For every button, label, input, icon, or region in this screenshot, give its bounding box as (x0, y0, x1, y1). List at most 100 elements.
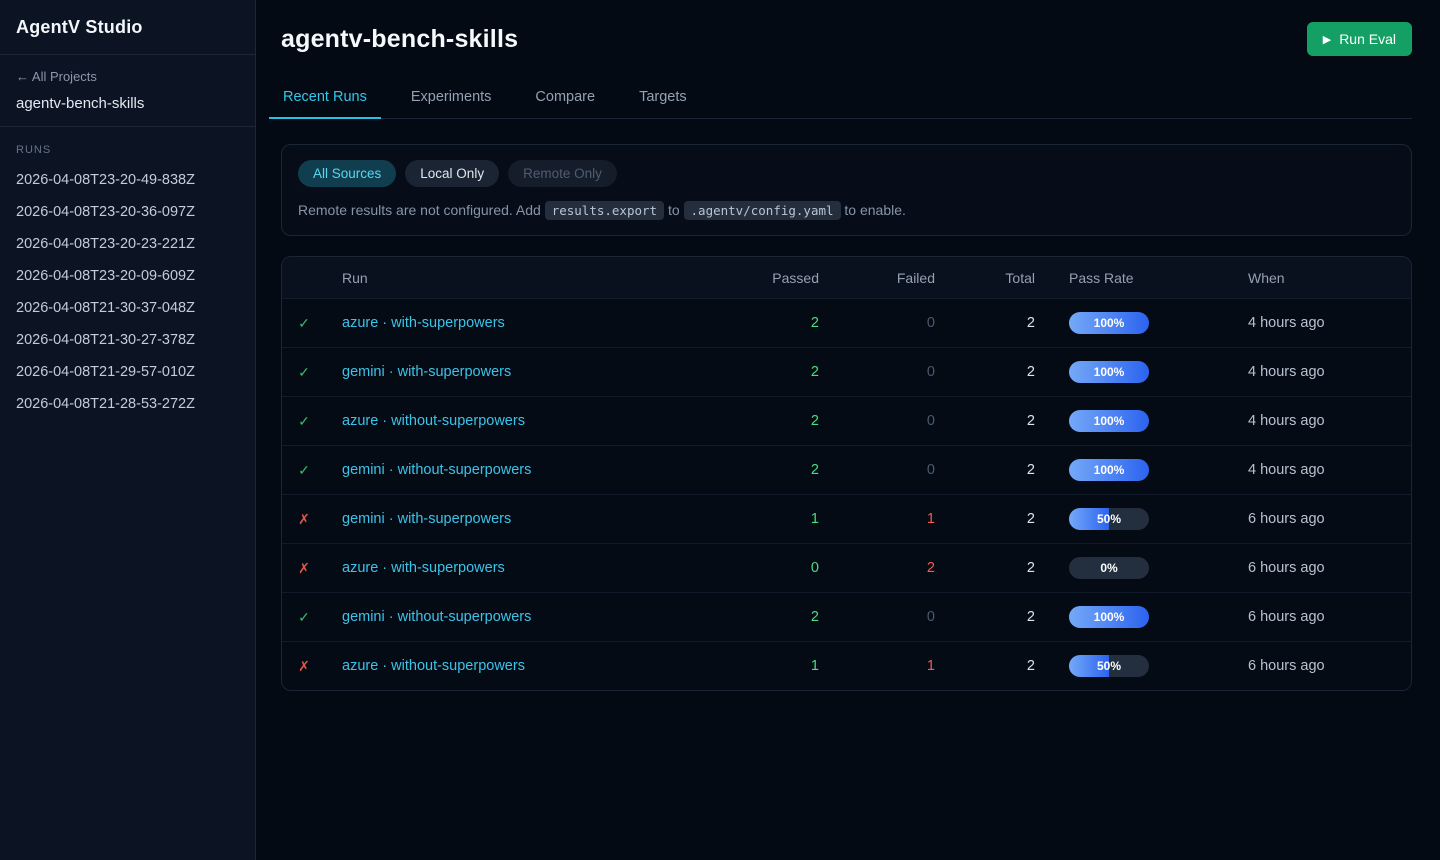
table-row[interactable]: ✓ gemini · without-superpowers 2 0 2 100… (282, 592, 1411, 641)
sidebar-run-item[interactable]: 2026-04-08T23-20-23-221Z (0, 228, 255, 260)
col-header-when: When (1228, 270, 1411, 286)
passed-count: 1 (704, 658, 824, 674)
run-link[interactable]: gemini · with-superpowers (342, 511, 511, 527)
runs-table-header: Run Passed Failed Total Pass Rate When (282, 257, 1411, 298)
run-link[interactable]: azure · without-superpowers (342, 658, 525, 674)
code-chip-config-yaml: .agentv/config.yaml (684, 201, 841, 220)
sidebar-run-item[interactable]: 2026-04-08T21-30-27-378Z (0, 324, 255, 356)
sidebar-run-item[interactable]: 2026-04-08T21-29-57-010Z (0, 356, 255, 388)
run-when: 6 hours ago (1228, 609, 1411, 625)
source-filter-card: All Sources Local Only Remote Only Remote … (281, 144, 1412, 236)
pass-rate-label: 100% (1069, 606, 1149, 628)
run-link[interactable]: azure · with-superpowers (342, 560, 505, 576)
col-header-pass-rate: Pass Rate (1040, 270, 1228, 286)
tab-recent-runs[interactable]: Recent Runs (281, 89, 369, 118)
all-projects-back-link[interactable]: ← All Projects (16, 69, 97, 84)
sidebar-run-item[interactable]: 2026-04-08T21-28-53-272Z (0, 388, 255, 420)
failed-count: 0 (824, 315, 940, 331)
pass-rate-badge: 100% (1069, 410, 1149, 432)
run-link[interactable]: gemini · without-superpowers (342, 462, 531, 478)
table-row[interactable]: ✓ gemini · with-superpowers 2 0 2 100% 4… (282, 347, 1411, 396)
pass-rate-label: 100% (1069, 410, 1149, 432)
pass-rate-label: 100% (1069, 361, 1149, 383)
run-when: 6 hours ago (1228, 658, 1411, 674)
pass-rate-badge: 50% (1069, 508, 1149, 530)
filter-pill-local-only[interactable]: Local Only (405, 160, 499, 187)
run-when: 4 hours ago (1228, 364, 1411, 380)
run-link[interactable]: gemini · with-superpowers (342, 364, 511, 380)
pass-rate-badge: 100% (1069, 606, 1149, 628)
table-row[interactable]: ✓ azure · with-superpowers 2 0 2 100% 4 … (282, 298, 1411, 347)
total-count: 2 (940, 364, 1040, 380)
tab-compare[interactable]: Compare (533, 89, 597, 118)
table-row[interactable]: ✗ azure · without-superpowers 1 1 2 50% … (282, 641, 1411, 690)
col-header-passed: Passed (704, 270, 824, 286)
passed-count: 2 (704, 462, 824, 478)
filter-pill-remote-only[interactable]: Remote Only (508, 160, 617, 187)
failed-count: 1 (824, 511, 940, 527)
total-count: 2 (940, 609, 1040, 625)
passed-count: 2 (704, 609, 824, 625)
failed-count: 2 (824, 560, 940, 576)
failed-count: 0 (824, 413, 940, 429)
sidebar-run-list: 2026-04-08T23-20-49-838Z2026-04-08T23-20… (0, 160, 255, 424)
cross-icon: ✗ (298, 658, 310, 674)
run-eval-button[interactable]: ▶ Run Eval (1307, 22, 1412, 56)
run-eval-label: Run Eval (1339, 31, 1396, 47)
sidebar: AgentV Studio ← All Projects agentv-benc… (0, 0, 256, 860)
col-header-failed: Failed (824, 270, 940, 286)
pass-rate-badge: 0% (1069, 557, 1149, 579)
passed-count: 1 (704, 511, 824, 527)
source-filter-pills: All Sources Local Only Remote Only (298, 160, 1395, 187)
run-link[interactable]: azure · without-superpowers (342, 413, 525, 429)
table-row[interactable]: ✗ azure · with-superpowers 0 2 2 0% 6 ho… (282, 543, 1411, 592)
runs-section-label: RUNS (0, 127, 255, 160)
failed-count: 0 (824, 462, 940, 478)
main-header: agentv-bench-skills ▶ Run Eval (281, 0, 1412, 56)
pass-rate-badge: 50% (1069, 655, 1149, 677)
check-icon: ✓ (298, 413, 310, 429)
sidebar-run-item[interactable]: 2026-04-08T21-30-37-048Z (0, 292, 255, 324)
sidebar-run-item[interactable]: 2026-04-08T23-20-36-097Z (0, 196, 255, 228)
pass-rate-label: 100% (1069, 312, 1149, 334)
run-link[interactable]: gemini · without-superpowers (342, 609, 531, 625)
pass-rate-label: 50% (1069, 508, 1149, 530)
tab-experiments[interactable]: Experiments (409, 89, 494, 118)
pass-rate-badge: 100% (1069, 361, 1149, 383)
cross-icon: ✗ (298, 560, 310, 576)
note-prefix: Remote results are not configured. Add (298, 202, 541, 218)
total-count: 2 (940, 658, 1040, 674)
check-icon: ✓ (298, 364, 310, 380)
table-row[interactable]: ✓ gemini · without-superpowers 2 0 2 100… (282, 445, 1411, 494)
total-count: 2 (940, 511, 1040, 527)
remote-config-note: Remote results are not configured. Add r… (298, 202, 1395, 218)
run-when: 4 hours ago (1228, 315, 1411, 331)
tab-bar: Recent Runs Experiments Compare Targets (281, 89, 1412, 119)
run-when: 4 hours ago (1228, 413, 1411, 429)
failed-count: 1 (824, 658, 940, 674)
run-when: 6 hours ago (1228, 560, 1411, 576)
failed-count: 0 (824, 609, 940, 625)
project-block: ← All Projects agentv-bench-skills (0, 55, 255, 127)
code-chip-results-export: results.export (545, 201, 664, 220)
play-icon: ▶ (1323, 33, 1331, 46)
total-count: 2 (940, 560, 1040, 576)
cross-icon: ✗ (298, 511, 310, 527)
run-when: 4 hours ago (1228, 462, 1411, 478)
run-link[interactable]: azure · with-superpowers (342, 315, 505, 331)
main-content: agentv-bench-skills ▶ Run Eval Recent Ru… (256, 0, 1440, 860)
pass-rate-badge: 100% (1069, 312, 1149, 334)
sidebar-run-item[interactable]: 2026-04-08T23-20-09-609Z (0, 260, 255, 292)
total-count: 2 (940, 315, 1040, 331)
table-row[interactable]: ✗ gemini · with-superpowers 1 1 2 50% 6 … (282, 494, 1411, 543)
pass-rate-label: 100% (1069, 459, 1149, 481)
table-row[interactable]: ✓ azure · without-superpowers 2 0 2 100%… (282, 396, 1411, 445)
page-title: agentv-bench-skills (281, 25, 518, 54)
app-title: AgentV Studio (16, 17, 239, 38)
sidebar-run-item[interactable]: 2026-04-08T23-20-49-838Z (0, 164, 255, 196)
tab-targets[interactable]: Targets (637, 89, 689, 118)
total-count: 2 (940, 413, 1040, 429)
filter-pill-all-sources[interactable]: All Sources (298, 160, 396, 187)
run-when: 6 hours ago (1228, 511, 1411, 527)
passed-count: 0 (704, 560, 824, 576)
